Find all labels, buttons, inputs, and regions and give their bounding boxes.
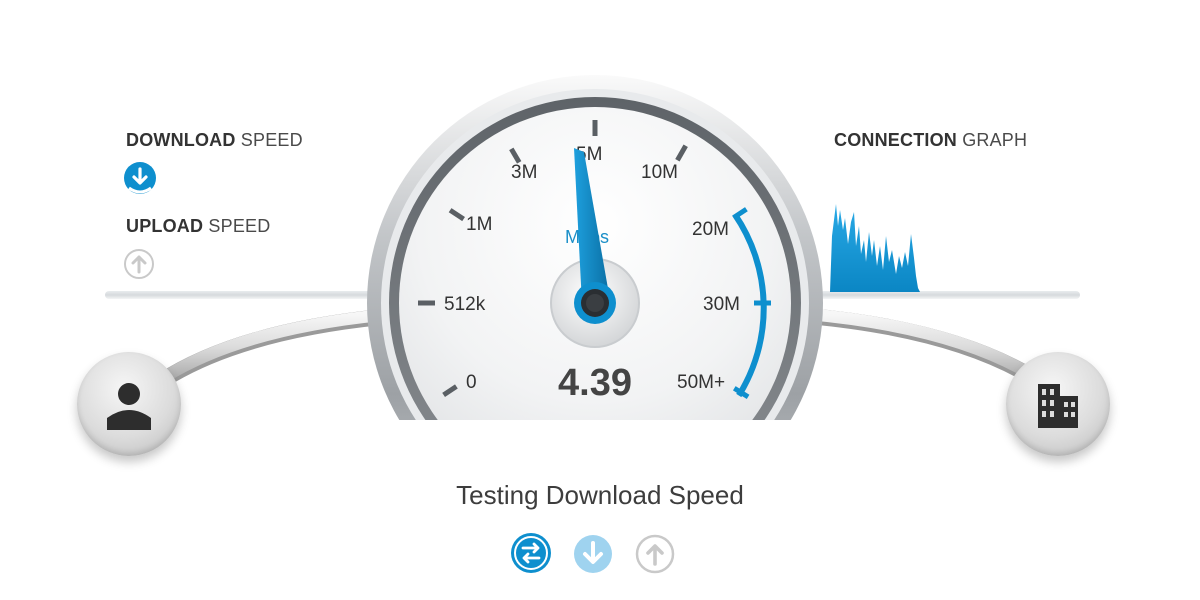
speed-value: 4.39 <box>558 362 632 404</box>
upload-step-icon <box>634 533 676 575</box>
ping-exchange-icon <box>510 532 552 574</box>
server-node <box>1006 352 1110 456</box>
user-icon <box>107 383 151 430</box>
download-step-icon <box>572 533 614 575</box>
user-node <box>77 352 181 456</box>
status-text: Testing Download Speed <box>456 480 744 510</box>
building-icon <box>1038 384 1078 428</box>
